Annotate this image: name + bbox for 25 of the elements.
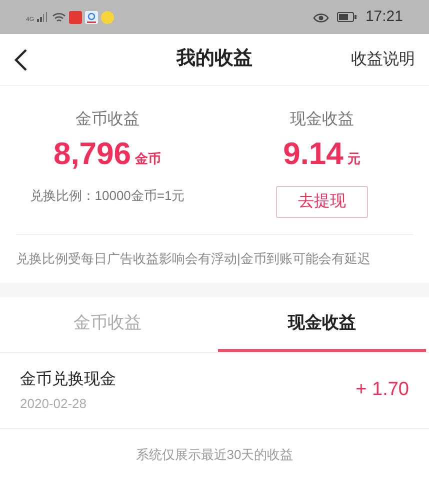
exchange-ratio: 兑换比例：10000金币=1元 xyxy=(30,187,185,205)
footer-note: 系统仅展示最近30天的收益 xyxy=(136,446,294,464)
app-icon xyxy=(101,10,114,24)
notice-text: 兑换比例受每日广告收益影响会有浮动|金币到账可能会有延迟 xyxy=(16,251,370,266)
wifi-icon xyxy=(52,12,66,22)
amount-unit: 元 xyxy=(347,150,360,168)
app-icon xyxy=(69,10,82,24)
record-amount: + 1.70 xyxy=(356,378,409,402)
eye-icon xyxy=(313,12,330,22)
earnings-info-link[interactable]: 收益说明 xyxy=(351,48,415,72)
amount-unit: 金币 xyxy=(135,150,162,168)
record-title: 金币兑换现金 xyxy=(20,370,116,390)
withdraw-button[interactable]: 去提现 xyxy=(276,186,368,218)
earnings-amount: 8,796 xyxy=(53,135,132,173)
earnings-tab[interactable]: 现金收益 xyxy=(218,297,426,352)
earnings-label: 金币收益 xyxy=(75,110,140,130)
app-icon xyxy=(85,10,98,24)
signal-icon xyxy=(37,12,50,22)
earnings-label: 现金收益 xyxy=(290,110,354,130)
battery-icon xyxy=(337,12,358,22)
earnings-amount: 9.14 xyxy=(283,135,344,173)
page-title: 我的收益 xyxy=(176,47,252,72)
back-icon xyxy=(14,48,28,72)
record-date: 2020-02-28 xyxy=(20,394,88,413)
clock-time: 17:21 xyxy=(365,6,403,27)
